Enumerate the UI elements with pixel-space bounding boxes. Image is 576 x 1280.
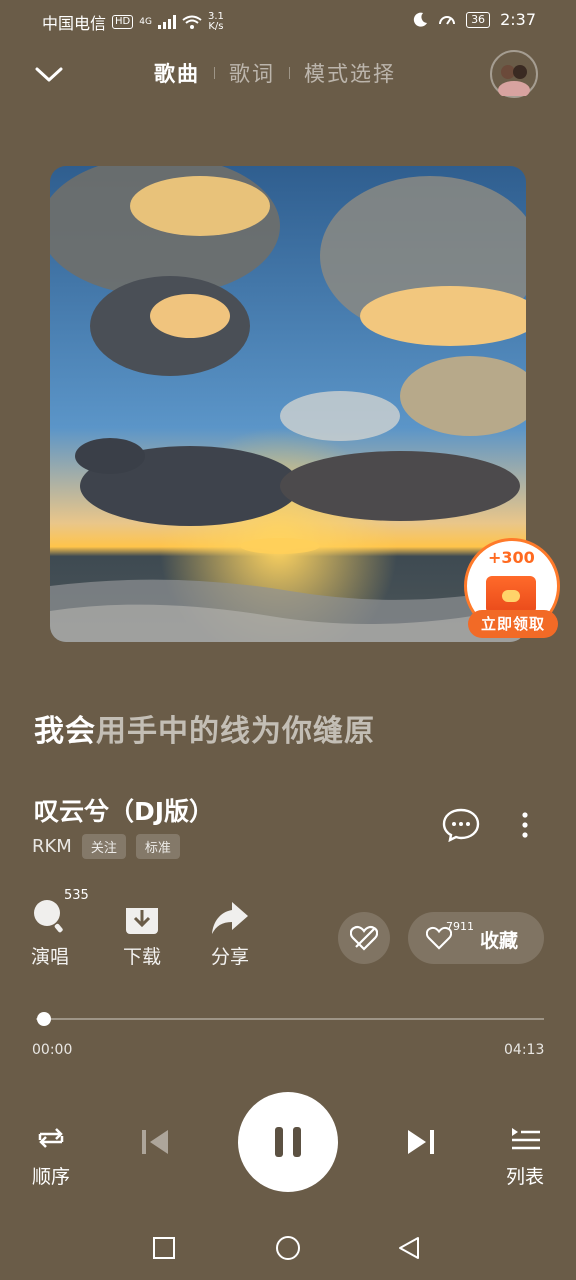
microphone-icon [34, 900, 63, 933]
current-time: 00:00 [32, 1042, 73, 1058]
net-speed: 3.1 K/s [208, 12, 224, 32]
lyric-sung: 我会 [34, 714, 96, 749]
follow-button[interactable]: 关注 [81, 834, 126, 859]
tab-lyrics[interactable]: 歌词 [229, 58, 275, 88]
pause-button[interactable] [238, 1092, 338, 1192]
back-icon[interactable] [399, 1237, 419, 1259]
battery-indicator: 36 [466, 11, 491, 28]
claim-button[interactable]: 立即领取 [468, 610, 558, 638]
sing-button[interactable]: 演唱 [20, 896, 80, 969]
status-bar: 中国电信 HD 4G 3.1 K/s 36 2:37 [0, 6, 576, 34]
tab-song[interactable]: 歌曲 [154, 58, 200, 88]
download-button[interactable]: 下载 [112, 896, 172, 969]
next-track-icon[interactable] [404, 1126, 438, 1158]
signal-icon [157, 15, 176, 29]
tab-mode-select[interactable]: 模式选择 [304, 58, 396, 88]
home-icon[interactable] [276, 1236, 300, 1260]
coin-icon [502, 590, 520, 602]
current-lyric[interactable]: 我会用手中的线为你缝原 [34, 706, 375, 750]
wifi-icon [182, 15, 202, 29]
share-button[interactable]: 分享 [200, 896, 260, 969]
broken-heart-icon [350, 925, 378, 951]
quality-button[interactable]: 标准 [135, 834, 180, 859]
more-options-icon[interactable] [514, 810, 536, 840]
recents-icon[interactable] [153, 1237, 175, 1259]
progress-knob[interactable] [37, 1012, 52, 1026]
duration: 04:13 [504, 1042, 545, 1058]
collect-button[interactable]: 7911 收藏 [408, 912, 544, 964]
header-tabs: 歌曲 歌词 模式选择 [154, 58, 396, 88]
share-label: 分享 [210, 946, 249, 968]
previous-track-icon[interactable] [138, 1126, 172, 1158]
download-icon [126, 904, 158, 934]
reward-widget[interactable]: +300 立即领取 [464, 538, 560, 638]
hd-badge: HD [112, 15, 134, 29]
collapse-chevron-icon[interactable] [34, 62, 64, 86]
dislike-button[interactable] [338, 912, 390, 964]
tab-divider [214, 67, 215, 79]
collect-label: 收藏 [480, 930, 519, 952]
artist-row: RKM 关注 标准 [32, 834, 180, 859]
speedometer-icon [439, 15, 456, 25]
moon-icon [413, 12, 428, 27]
clock: 2:37 [500, 10, 536, 29]
lyric-upcoming: 用手中的线为你缝原 [96, 714, 375, 749]
playlist-button[interactable]: 列表 [500, 1124, 550, 1189]
pause-icon [275, 1127, 301, 1157]
play-mode-label: 顺序 [31, 1166, 70, 1188]
comment-icon[interactable] [442, 808, 480, 842]
carrier-label: 中国电信 [42, 14, 107, 33]
network-label: 4G [139, 17, 152, 27]
system-nav-bar [153, 1236, 419, 1260]
reward-bonus: +300 [488, 548, 535, 567]
sing-label: 演唱 [30, 946, 69, 968]
tab-divider [289, 67, 290, 79]
share-icon [212, 902, 248, 934]
artist-name[interactable]: RKM [32, 836, 72, 857]
progress-track[interactable] [36, 1018, 544, 1020]
avatar[interactable] [490, 50, 538, 99]
net-speed-unit: K/s [208, 21, 224, 32]
collect-count: 7911 [446, 920, 474, 933]
play-mode-button[interactable]: 顺序 [26, 1124, 76, 1189]
album-cover [50, 166, 526, 642]
download-label: 下载 [122, 946, 161, 968]
playlist-icon [512, 1128, 540, 1150]
repeat-icon [38, 1128, 64, 1148]
song-title: 叹云兮（DJ版） [34, 797, 215, 826]
playlist-label: 列表 [505, 1166, 544, 1188]
